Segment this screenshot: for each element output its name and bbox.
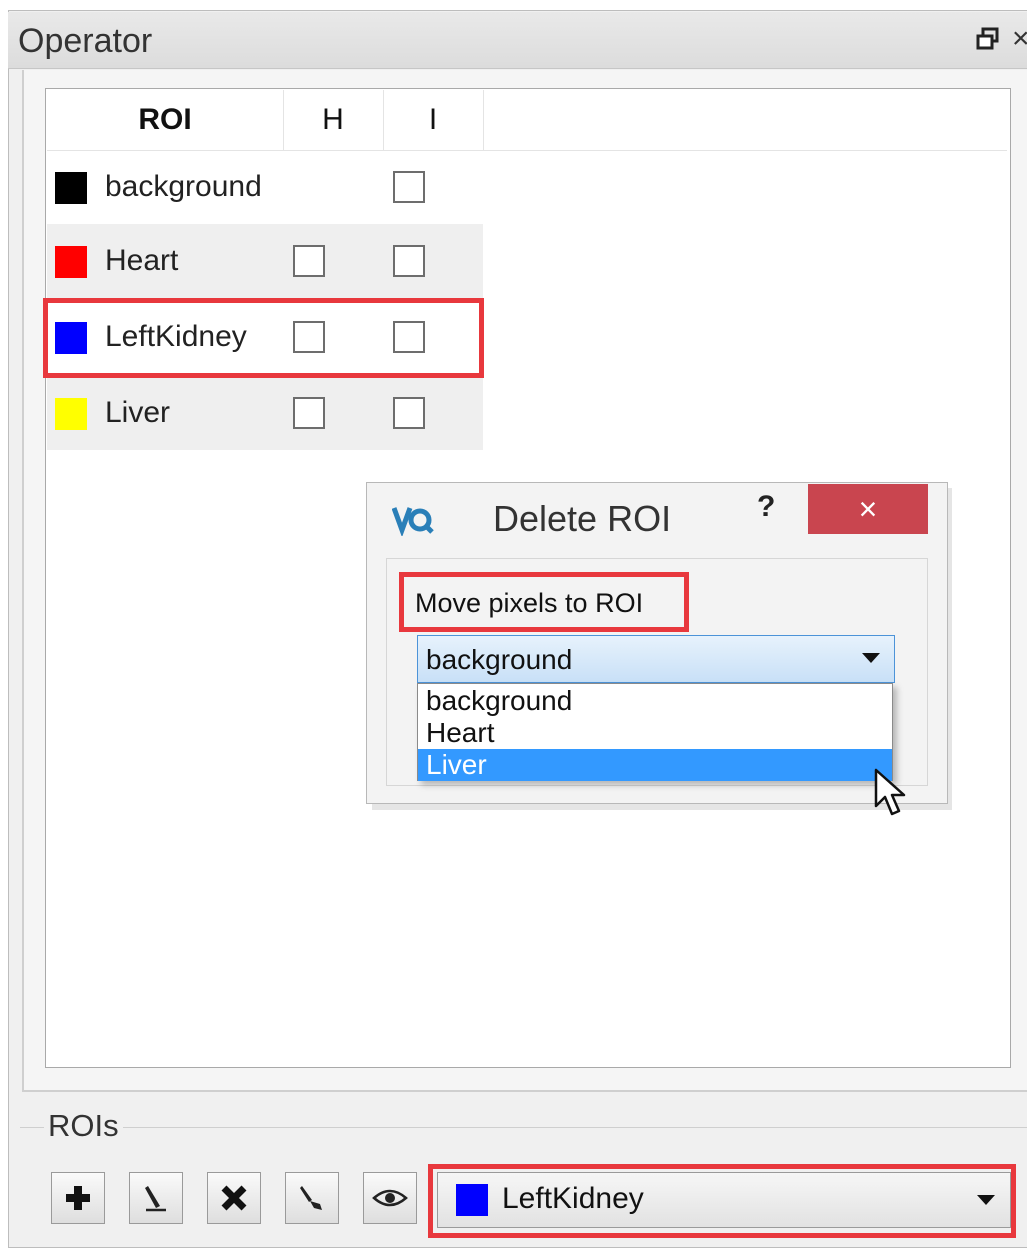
roi-color-swatch <box>55 246 87 278</box>
paint-roi-button[interactable] <box>285 1172 339 1224</box>
target-roi-select-value: background <box>426 644 573 675</box>
panel-close-icon[interactable]: × <box>1012 22 1027 56</box>
pencil-icon <box>145 1186 166 1212</box>
help-button[interactable]: ? <box>757 490 775 524</box>
h-checkbox[interactable] <box>293 245 325 277</box>
column-header-i[interactable]: I <box>383 90 484 150</box>
dialog-close-button[interactable]: × <box>808 484 928 534</box>
dropdown-option[interactable]: Heart <box>418 717 892 749</box>
i-checkbox[interactable] <box>393 245 425 277</box>
dialog-title: Delete ROI <box>493 498 672 539</box>
toggle-visibility-button[interactable] <box>363 1172 417 1224</box>
eye-icon <box>372 1189 408 1207</box>
highlight-box-current-roi <box>428 1164 1016 1238</box>
column-header-h[interactable]: H <box>283 90 384 150</box>
rois-group-label: ROIs <box>44 1108 123 1144</box>
add-roi-button[interactable] <box>51 1172 105 1224</box>
panel-titlebar <box>8 12 1027 69</box>
table-row[interactable]: Heart <box>47 224 483 298</box>
roi-label: background <box>105 170 262 203</box>
roi-label: Heart <box>105 244 179 277</box>
table-row[interactable]: background <box>47 150 483 224</box>
app-logo-icon <box>392 507 434 536</box>
delete-roi-button[interactable] <box>207 1172 261 1224</box>
edit-roi-button[interactable] <box>129 1172 183 1224</box>
roi-color-swatch <box>55 398 87 430</box>
dropdown-option-hovered[interactable]: Liver <box>418 749 892 781</box>
highlight-box-leftkidney-row <box>43 298 484 378</box>
table-row[interactable]: Liver <box>47 376 483 450</box>
float-panel-icon[interactable] <box>975 26 1001 52</box>
h-checkbox[interactable] <box>293 397 325 429</box>
column-header-roi[interactable]: ROI <box>47 90 284 150</box>
delete-icon <box>221 1185 247 1211</box>
panel-title: Operator <box>18 22 153 60</box>
roi-color-swatch <box>55 172 87 204</box>
mouse-pointer-icon <box>874 768 906 816</box>
chevron-down-icon[interactable] <box>862 653 880 663</box>
i-checkbox[interactable] <box>393 171 425 203</box>
brush-icon <box>300 1186 322 1210</box>
rois-group-border <box>20 1127 1027 1128</box>
dropdown-option[interactable]: background <box>418 685 892 717</box>
highlight-box-move-pixels <box>399 572 689 632</box>
roi-label: Liver <box>105 396 171 429</box>
i-checkbox[interactable] <box>393 397 425 429</box>
add-icon <box>66 1186 90 1210</box>
